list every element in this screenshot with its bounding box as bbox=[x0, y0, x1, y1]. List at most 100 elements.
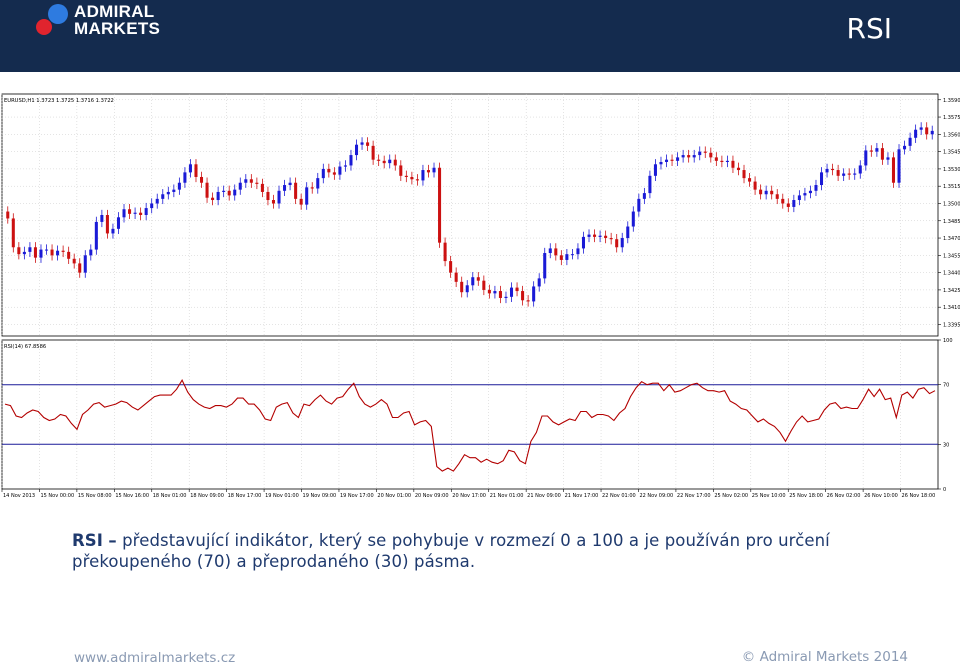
candle-body bbox=[681, 155, 685, 158]
price-chart-panel: 14 Nov 2013 15 Nov 00:00 15 Nov 08:00 15 No… bbox=[0, 92, 960, 502]
candle-body bbox=[166, 191, 170, 195]
candle-body bbox=[211, 197, 215, 201]
x-tick-label: 20 Nov 09:00 bbox=[415, 493, 449, 499]
candle-body bbox=[426, 170, 431, 173]
logo-red-dot-icon bbox=[36, 19, 52, 35]
candle-body bbox=[736, 167, 741, 171]
candle-body bbox=[122, 209, 126, 218]
price-tick-label: 1.3470 bbox=[943, 236, 960, 242]
candle-body bbox=[78, 263, 82, 273]
candle-body bbox=[294, 182, 298, 199]
x-tick-label: 18 Nov 09:00 bbox=[190, 493, 224, 499]
candle-body bbox=[642, 193, 646, 199]
candle-body bbox=[692, 155, 696, 158]
candle-body bbox=[349, 155, 353, 166]
x-tick-label: 21 Nov 17:00 bbox=[565, 493, 599, 499]
candle-body bbox=[587, 234, 591, 237]
x-tick-label: 15 Nov 00:00 bbox=[40, 493, 74, 499]
price-tick-label: 1.3485 bbox=[943, 219, 960, 225]
candle-body bbox=[271, 200, 276, 204]
candle-body bbox=[914, 129, 918, 138]
candle-body bbox=[61, 250, 65, 252]
candle-body bbox=[377, 159, 381, 161]
candle-body bbox=[670, 159, 674, 161]
candle-body bbox=[825, 168, 829, 173]
x-tick-label: 20 Nov 01:00 bbox=[377, 493, 411, 499]
rsi-line bbox=[4, 379, 936, 472]
candle-body bbox=[709, 152, 713, 158]
footer-website-link[interactable]: www.admiralmarkets.cz bbox=[74, 650, 235, 666]
candle-body bbox=[111, 228, 115, 234]
candle-body bbox=[260, 183, 264, 192]
price-tick-label: 1.3575 bbox=[943, 115, 960, 121]
candle-body bbox=[105, 215, 109, 234]
candle-body bbox=[332, 172, 336, 175]
x-tick-label: 21 Nov 01:00 bbox=[490, 493, 524, 499]
candle-body bbox=[471, 277, 475, 286]
price-tick-label: 1.3395 bbox=[943, 322, 960, 328]
candle-body bbox=[875, 148, 879, 152]
candle-body bbox=[853, 173, 857, 175]
candle-body bbox=[316, 178, 320, 189]
x-tick-label: 25 Nov 10:00 bbox=[752, 493, 786, 499]
candle-body bbox=[792, 200, 796, 207]
candle-body bbox=[465, 285, 469, 293]
candle-body bbox=[476, 277, 480, 281]
candle-body bbox=[543, 253, 547, 279]
candle-body bbox=[653, 164, 657, 176]
caption-text: RSI – představující indikátor, který se … bbox=[72, 530, 890, 572]
rsi-tick-label: 100 bbox=[943, 338, 953, 344]
rsi-panel-frame bbox=[1, 339, 939, 490]
candle-body bbox=[775, 194, 779, 199]
candle-body bbox=[382, 160, 386, 164]
candle-body bbox=[786, 203, 790, 207]
candle-body bbox=[216, 191, 220, 201]
candle-body bbox=[781, 198, 785, 204]
candle-body bbox=[581, 236, 586, 249]
candle-body bbox=[338, 166, 342, 175]
candle-body bbox=[659, 161, 663, 165]
x-tick-label: 22 Nov 01:00 bbox=[602, 493, 636, 499]
candle-body bbox=[33, 247, 37, 258]
candle-body bbox=[797, 195, 801, 201]
candle-body bbox=[388, 159, 392, 164]
candle-body bbox=[233, 189, 237, 196]
candle-body bbox=[548, 248, 552, 254]
candle-body bbox=[128, 209, 132, 214]
x-tick-label: 22 Nov 09:00 bbox=[639, 493, 673, 499]
candle-body bbox=[687, 155, 691, 158]
candle-body bbox=[487, 289, 491, 294]
candle-body bbox=[648, 175, 652, 194]
x-tick-label: 18 Nov 01:00 bbox=[153, 493, 187, 499]
candle-body bbox=[327, 168, 331, 173]
price-tick-label: 1.3440 bbox=[943, 271, 960, 277]
candle-body bbox=[930, 130, 934, 135]
candle-body bbox=[819, 172, 824, 186]
price-tick-label: 1.3530 bbox=[943, 167, 960, 173]
logo-line-1: ADMIRAL bbox=[74, 2, 155, 21]
candle-body bbox=[570, 254, 574, 256]
candle-body bbox=[415, 179, 419, 181]
candle-body bbox=[676, 157, 680, 161]
x-tick-label: 19 Nov 01:00 bbox=[265, 493, 299, 499]
page-title: RSI bbox=[846, 12, 893, 45]
candle-body bbox=[537, 278, 541, 287]
candle-body bbox=[354, 144, 359, 156]
x-tick-label: 19 Nov 17:00 bbox=[340, 493, 374, 499]
candle-body bbox=[399, 165, 403, 176]
candle-body bbox=[94, 221, 98, 250]
price-tick-label: 1.3560 bbox=[943, 132, 960, 138]
candle-body bbox=[731, 160, 735, 168]
candle-body bbox=[509, 287, 514, 297]
candle-body bbox=[498, 291, 502, 298]
candle-body bbox=[410, 176, 414, 180]
candle-body bbox=[277, 190, 281, 204]
x-tick-label: 15 Nov 16:00 bbox=[115, 493, 149, 499]
candle-body bbox=[759, 189, 763, 195]
caption-line-1: představující indikátor, který se pohybu… bbox=[116, 531, 830, 550]
candle-body bbox=[847, 173, 851, 175]
candle-body bbox=[554, 248, 558, 256]
candle-body bbox=[299, 198, 303, 205]
candle-body bbox=[155, 198, 159, 204]
candle-body bbox=[305, 187, 309, 205]
